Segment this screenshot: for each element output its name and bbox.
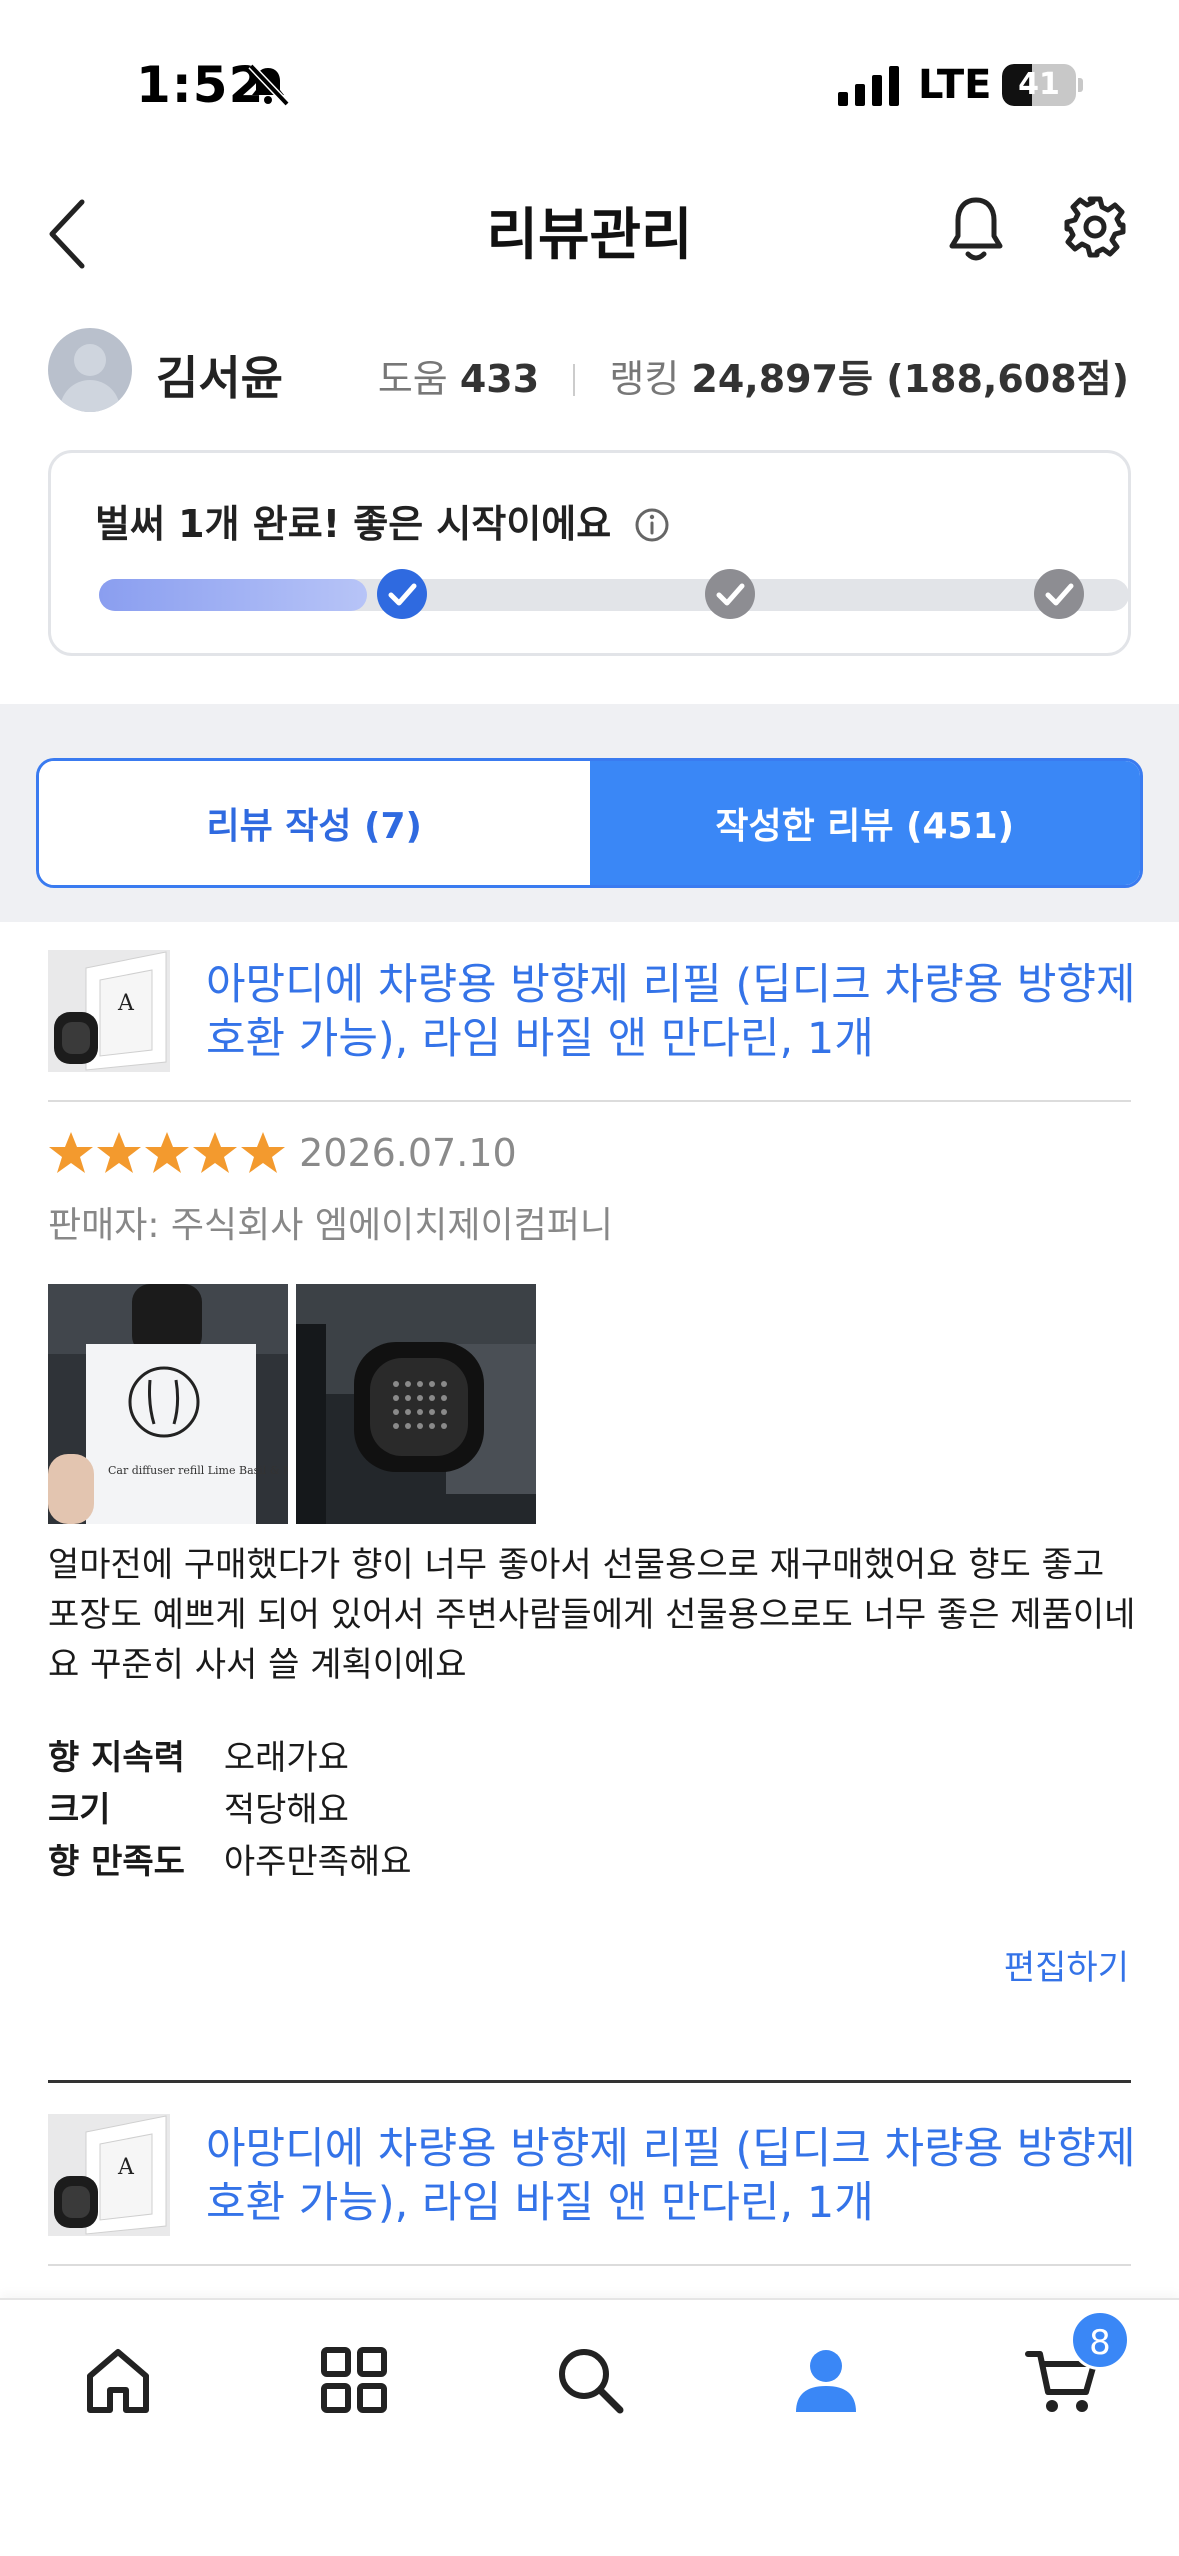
review-attribute: 크기 적당해요 <box>48 1782 349 1831</box>
step-3-check-icon <box>1034 569 1084 619</box>
header: 리뷰관리 <box>0 170 1179 300</box>
attribute-label: 크기 <box>48 1790 111 1830</box>
attribute-value: 오래가요 <box>223 1738 349 1778</box>
star-icon <box>49 1132 93 1173</box>
divider <box>48 2264 1131 2266</box>
review-tab-bar: 리뷰 작성 (7) 작성한 리뷰 (451) <box>36 758 1143 888</box>
info-icon[interactable] <box>634 507 670 543</box>
divider <box>48 1100 1131 1102</box>
avatar[interactable] <box>48 328 132 412</box>
product-title[interactable]: 아망디에 차량용 방향제 리필 (딥디크 차량용 방향제 호환 가능), 라임 … <box>206 2122 1136 2230</box>
tab-written-reviews[interactable]: 작성한 리뷰 (451) <box>589 761 1140 885</box>
progress-message-text: 벌써 1개 완료! 좋은 시작이에요 <box>95 502 612 546</box>
profile-summary: 김서윤 도움 433 랭킹 24,897등 (188,608점) <box>0 320 1179 420</box>
edit-review-link[interactable]: 편집하기 <box>1004 1940 1129 1989</box>
cart-count-badge: 8 <box>1070 2310 1130 2370</box>
settings-gear-icon[interactable] <box>1062 194 1128 260</box>
product-title[interactable]: 아망디에 차량용 방향제 리필 (딥디크 차량용 방향제 호환 가능), 라임 … <box>206 958 1136 1066</box>
nav-categories[interactable] <box>314 2340 394 2420</box>
attribute-value: 적당해요 <box>223 1790 349 1830</box>
review-attribute: 향 만족도 아주만족해요 <box>48 1834 412 1883</box>
product-row[interactable]: A 아망디에 차량용 방향제 리필 (딥디크 차량용 방향제 호환 가능), 라… <box>48 2114 1136 2274</box>
review-text: 얼마전에 구매했다가 향이 너무 좋아서 선물용으로 재구매했어요 향도 좋고 … <box>48 1545 1136 1685</box>
ranking-value: 24,897등 (188,608점) <box>691 357 1129 401</box>
status-bar: 1:52 LTE 41 <box>0 0 1179 170</box>
product-row[interactable]: A 아망디에 차량용 방향제 리필 (딥디크 차량용 방향제 호환 가능), 라… <box>48 950 1136 1110</box>
step-2-check-icon <box>705 569 755 619</box>
grid-icon <box>321 2347 387 2413</box>
bell-off-icon <box>248 63 290 107</box>
review-item-divider <box>48 2080 1131 2083</box>
svg-text:A: A <box>117 2155 135 2180</box>
star-icon <box>145 1132 189 1173</box>
attribute-label: 향 지속력 <box>48 1738 185 1778</box>
notification-bell-icon[interactable] <box>944 194 1008 266</box>
nav-home[interactable] <box>78 2340 158 2420</box>
review-date: 2026.07.10 <box>299 1131 517 1175</box>
svg-text:A: A <box>117 991 135 1016</box>
review-progress-card: 벌써 1개 완료! 좋은 시작이에요 <box>48 450 1131 656</box>
nav-cart[interactable]: 8 <box>1022 2310 1130 2420</box>
nav-my-page[interactable] <box>786 2340 866 2420</box>
step-1-check-icon <box>377 569 427 619</box>
rating-row: 2026.07.10 <box>48 1130 517 1190</box>
tab-write-review[interactable]: 리뷰 작성 (7) <box>39 761 590 885</box>
help-count: 433 <box>459 357 540 401</box>
user-name: 김서윤 <box>156 351 283 405</box>
home-icon <box>87 2349 149 2413</box>
progress-track <box>99 579 1129 611</box>
ranking-label: 랭킹 <box>609 357 680 401</box>
battery-percent: 41 <box>1018 67 1060 102</box>
signal-icon <box>838 66 899 106</box>
network-label: LTE <box>918 62 992 108</box>
review-attribute: 향 지속력 오래가요 <box>48 1730 349 1779</box>
search-icon <box>559 2349 624 2414</box>
product-thumbnail[interactable]: A <box>48 950 170 1072</box>
battery-icon: 41 <box>1002 64 1083 106</box>
person-icon <box>796 2350 856 2412</box>
photo-caption: Car diffuser refill Lime Basil & Mandari… <box>108 1464 288 1477</box>
nav-search[interactable] <box>550 2340 630 2420</box>
review-photo-1[interactable]: Car diffuser refill Lime Basil & Mandari… <box>48 1284 288 1524</box>
attribute-value: 아주만족해요 <box>223 1842 412 1882</box>
progress-fill <box>99 579 367 611</box>
star-rating <box>48 1132 288 1173</box>
progress-message: 벌써 1개 완료! 좋은 시작이에요 <box>95 493 670 548</box>
help-label: 도움 <box>377 357 448 401</box>
star-icon <box>193 1132 237 1173</box>
profile-stats: 도움 433 랭킹 24,897등 (188,608점) <box>378 348 1129 403</box>
seller-name: 판매자: 주식회사 엠에이치제이컴퍼니 <box>48 1205 613 1246</box>
product-thumbnail[interactable]: A <box>48 2114 170 2236</box>
star-icon <box>97 1132 141 1173</box>
attribute-label: 향 만족도 <box>48 1842 185 1882</box>
review-photo-2[interactable] <box>296 1284 536 1524</box>
star-icon <box>241 1132 285 1173</box>
stat-divider <box>573 364 576 396</box>
bottom-navigation: 8 <box>0 2298 1179 2556</box>
